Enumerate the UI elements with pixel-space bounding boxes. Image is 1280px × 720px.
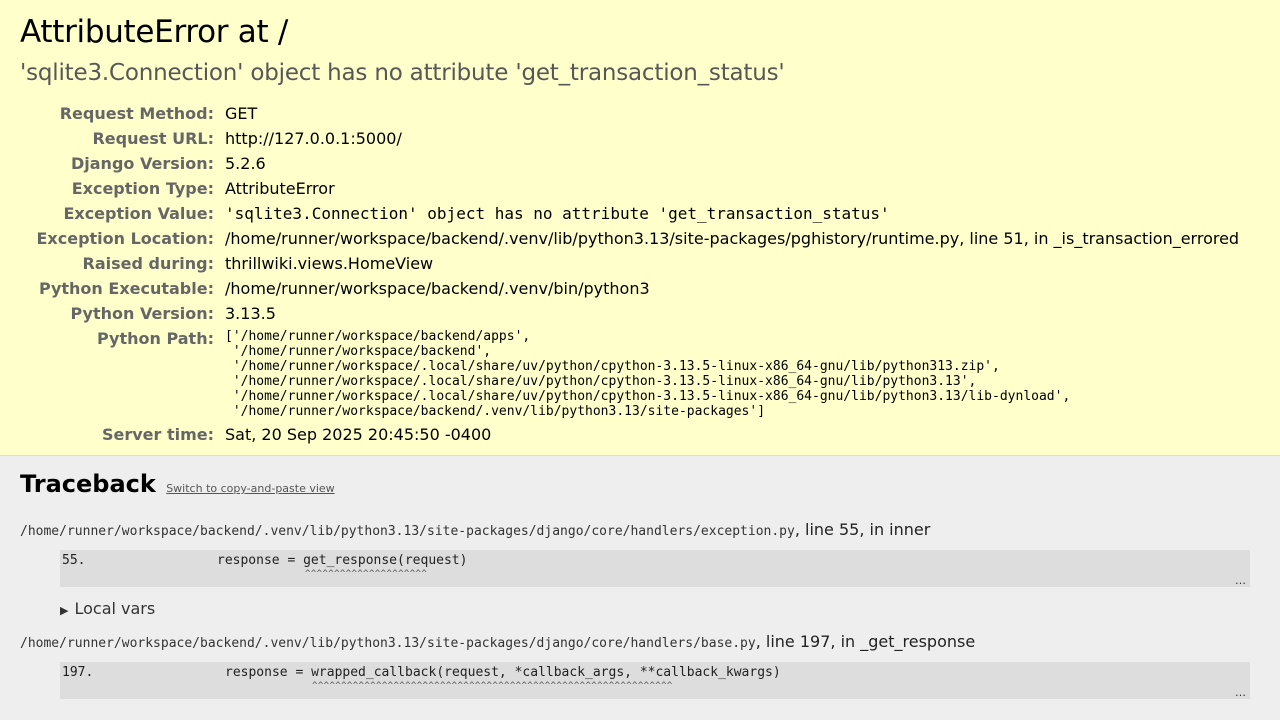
info-row: Python Version: 3.13.5	[28, 301, 1239, 326]
frame-header: /home/runner/workspace/backend/.venv/lib…	[20, 520, 1260, 539]
info-label: Python Path:	[97, 329, 214, 348]
error-summary: AttributeError at / 'sqlite3.Connection'…	[0, 0, 1280, 456]
frame-filename: /home/runner/workspace/backend/.venv/lib…	[20, 524, 795, 539]
info-value: http://127.0.0.1:5000/	[225, 129, 402, 148]
info-label: Python Executable:	[38, 279, 214, 298]
info-row: Python Path: ['/home/runner/workspace/bac…	[28, 326, 1239, 422]
info-value: AttributeError	[225, 179, 335, 198]
source-code: response = wrapped_callback(request, *ca…	[225, 665, 781, 680]
traceback-frame: /home/runner/workspace/backend/.venv/lib…	[20, 520, 1260, 618]
info-row: Django Version: 5.2.6	[28, 151, 1239, 176]
local-vars-label: Local vars	[74, 599, 156, 618]
frame-header: /home/runner/workspace/backend/.venv/lib…	[20, 632, 1260, 651]
exception-value: 'sqlite3.Connection' object has no attri…	[225, 204, 890, 223]
info-row: Request Method: GET	[28, 101, 1239, 126]
info-label: Server time:	[101, 425, 214, 444]
frame-context-line[interactable]: 197. response = wrapped_callback(request…	[60, 662, 1250, 699]
line-number: 55.	[62, 553, 86, 568]
info-label: Request Method:	[59, 104, 214, 123]
request-info-table: Request Method: GET Request URL: http://12…	[28, 101, 1239, 447]
python-path-value: ['/home/runner/workspace/backend/apps', …	[225, 326, 1239, 422]
switch-copy-paste-link[interactable]: Switch to copy-and-paste view	[166, 482, 334, 495]
info-label: Request URL:	[92, 129, 214, 148]
error-carets: ^^^^^^^^^^^^^^^^^^^^^	[305, 569, 428, 579]
info-row: Exception Value: 'sqlite3.Connection' obj…	[28, 201, 1239, 226]
local-vars-toggle[interactable]: ▶ Local vars	[60, 599, 1260, 618]
info-label: Raised during:	[82, 254, 214, 273]
frame-location: , line 55, in inner	[794, 520, 931, 539]
info-row: Python Executable: /home/runner/workspace…	[28, 276, 1239, 301]
error-carets: ^^^^^^^^^^^^^^^^^^^^^^^^^^^^^^^^^^^^^^^^…	[312, 681, 673, 691]
traceback-heading: Traceback Switch to copy-and-paste view	[20, 470, 1260, 498]
info-value: Sat, 20 Sep 2025 20:45:50 -0400	[225, 425, 492, 444]
info-value: /home/runner/workspace/backend/.venv/bin…	[225, 279, 650, 298]
info-row: Exception Location: /home/runner/workspac…	[28, 226, 1239, 251]
info-row: Request URL: http://127.0.0.1:5000/	[28, 126, 1239, 151]
line-number: 197.	[62, 665, 94, 680]
info-value: thrillwiki.views.HomeView	[225, 254, 434, 273]
python-path-list: ['/home/runner/workspace/backend/apps', …	[225, 329, 1071, 419]
frame-location: , line 197, in _get_response	[755, 632, 976, 651]
traceback-title: Traceback	[20, 470, 156, 498]
traceback-frame: /home/runner/workspace/backend/.venv/lib…	[20, 632, 1260, 699]
info-label: Python Version:	[70, 304, 214, 323]
disclosure-triangle-icon: ▶	[60, 604, 69, 617]
info-value: 3.13.5	[225, 304, 276, 323]
traceback-section: Traceback Switch to copy-and-paste view …	[0, 456, 1280, 713]
info-value: /home/runner/workspace/backend/.venv/lib…	[225, 229, 1240, 248]
expand-context-ellipsis[interactable]: …	[1235, 686, 1246, 699]
info-row: Server time: Sat, 20 Sep 2025 20:45:50 -0…	[28, 422, 1239, 447]
info-label: Exception Value:	[63, 204, 214, 223]
source-code: response = get_response(request)	[217, 553, 468, 568]
info-label: Django Version:	[70, 154, 214, 173]
frame-context-line[interactable]: 55. response = get_response(request) ^^^…	[60, 550, 1250, 587]
exception-message: 'sqlite3.Connection' object has no attri…	[20, 60, 785, 86]
info-value: 5.2.6	[225, 154, 266, 173]
info-label: Exception Location:	[36, 229, 214, 248]
page-title: AttributeError at /	[20, 14, 289, 50]
info-row: Raised during: thrillwiki.views.HomeView	[28, 251, 1239, 276]
frame-filename: /home/runner/workspace/backend/.venv/lib…	[20, 636, 756, 651]
info-label: Exception Type:	[71, 179, 214, 198]
info-row: Exception Type: AttributeError	[28, 176, 1239, 201]
info-value: GET	[225, 104, 258, 123]
expand-context-ellipsis[interactable]: …	[1235, 574, 1246, 587]
